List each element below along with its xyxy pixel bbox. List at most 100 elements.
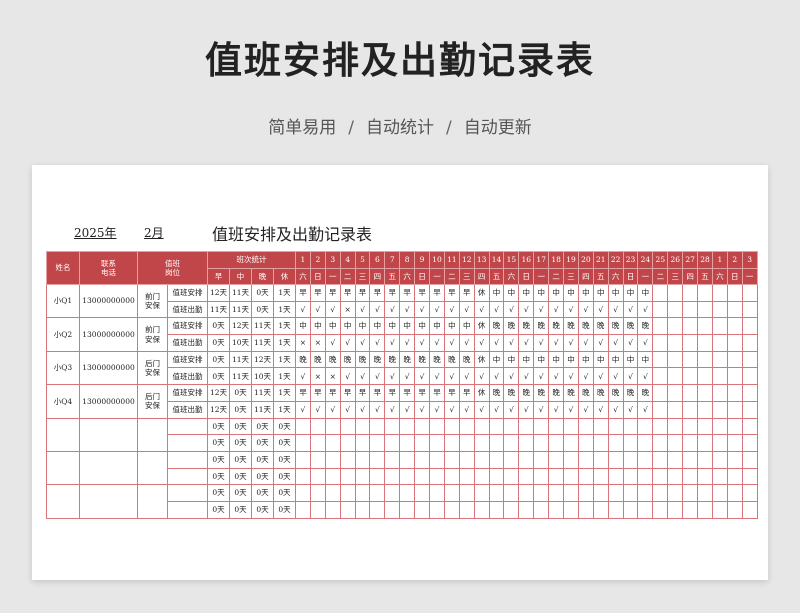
day-cell[interactable] — [443, 500, 460, 519]
day-cell[interactable] — [443, 484, 460, 502]
day-cell[interactable] — [637, 417, 654, 436]
day-cell[interactable]: 晚 — [488, 384, 505, 402]
day-cell[interactable] — [384, 500, 401, 519]
day-cell[interactable]: 早 — [369, 384, 386, 402]
day-cell[interactable] — [518, 450, 535, 469]
day-cell[interactable] — [726, 434, 743, 452]
day-cell[interactable] — [741, 417, 758, 436]
day-cell[interactable] — [726, 384, 743, 402]
day-cell[interactable] — [503, 417, 520, 436]
day-cell[interactable]: √ — [622, 334, 639, 352]
day-cell[interactable] — [711, 500, 728, 519]
day-cell[interactable] — [622, 500, 639, 519]
day-cell[interactable] — [592, 434, 609, 452]
day-cell[interactable] — [577, 450, 594, 469]
day-cell[interactable] — [682, 434, 699, 452]
day-cell[interactable] — [563, 467, 579, 486]
day-cell[interactable] — [726, 467, 743, 486]
day-cell[interactable] — [503, 450, 520, 469]
day-cell[interactable] — [324, 467, 341, 486]
day-cell[interactable] — [622, 434, 639, 452]
day-cell[interactable] — [741, 484, 758, 502]
day-cell[interactable]: × — [339, 300, 356, 319]
day-cell[interactable] — [443, 450, 460, 469]
day-cell[interactable] — [503, 434, 520, 452]
day-cell[interactable]: 晚 — [607, 317, 624, 336]
day-cell[interactable]: √ — [309, 300, 326, 319]
day-cell[interactable] — [726, 317, 743, 336]
day-cell[interactable]: 中 — [577, 350, 594, 369]
day-cell[interactable] — [458, 417, 475, 436]
day-cell[interactable] — [518, 467, 535, 486]
day-cell[interactable]: √ — [518, 400, 535, 419]
day-cell[interactable]: 中 — [384, 317, 401, 336]
day-cell[interactable]: √ — [488, 300, 505, 319]
day-cell[interactable] — [697, 467, 713, 486]
day-cell[interactable]: √ — [384, 300, 401, 319]
day-cell[interactable] — [741, 500, 758, 519]
day-cell[interactable]: √ — [429, 300, 445, 319]
day-cell[interactable]: 晚 — [622, 317, 639, 336]
day-cell[interactable] — [741, 284, 758, 302]
day-cell[interactable] — [384, 484, 401, 502]
day-cell[interactable]: 晚 — [295, 350, 311, 369]
person-post[interactable] — [137, 450, 168, 486]
day-cell[interactable] — [369, 467, 386, 486]
day-cell[interactable] — [682, 300, 699, 319]
day-cell[interactable] — [726, 350, 743, 369]
day-cell[interactable] — [682, 367, 699, 386]
day-cell[interactable]: 晚 — [518, 317, 535, 336]
day-cell[interactable] — [518, 434, 535, 452]
day-cell[interactable]: √ — [399, 300, 416, 319]
day-cell[interactable] — [652, 284, 669, 302]
day-cell[interactable]: 早 — [309, 384, 326, 402]
day-cell[interactable] — [399, 467, 416, 486]
day-cell[interactable] — [518, 500, 535, 519]
day-cell[interactable]: 早 — [309, 284, 326, 302]
day-cell[interactable]: √ — [563, 367, 579, 386]
day-cell[interactable]: √ — [577, 367, 594, 386]
day-cell[interactable] — [414, 450, 431, 469]
year-field[interactable]: 2025年 — [74, 224, 117, 241]
day-cell[interactable] — [548, 500, 565, 519]
day-cell[interactable]: 早 — [354, 384, 371, 402]
month-field[interactable]: 2月 — [144, 224, 164, 241]
day-cell[interactable]: √ — [295, 400, 311, 419]
day-cell[interactable] — [667, 450, 684, 469]
day-cell[interactable]: 晚 — [548, 317, 565, 336]
day-cell[interactable]: 晚 — [309, 350, 326, 369]
day-cell[interactable]: √ — [637, 367, 654, 386]
day-cell[interactable] — [741, 400, 758, 419]
day-cell[interactable] — [533, 434, 550, 452]
day-cell[interactable] — [488, 484, 505, 502]
day-cell[interactable]: √ — [622, 300, 639, 319]
day-cell[interactable] — [741, 300, 758, 319]
day-cell[interactable] — [473, 484, 490, 502]
day-cell[interactable] — [369, 484, 386, 502]
day-cell[interactable]: √ — [324, 300, 341, 319]
day-cell[interactable] — [697, 434, 713, 452]
day-cell[interactable] — [667, 484, 684, 502]
day-cell[interactable]: √ — [369, 334, 386, 352]
day-cell[interactable] — [369, 417, 386, 436]
day-cell[interactable] — [622, 467, 639, 486]
day-cell[interactable] — [518, 417, 535, 436]
day-cell[interactable] — [637, 450, 654, 469]
day-cell[interactable]: × — [309, 334, 326, 352]
day-cell[interactable] — [682, 467, 699, 486]
day-cell[interactable]: √ — [399, 367, 416, 386]
day-cell[interactable]: √ — [429, 400, 445, 419]
day-cell[interactable] — [324, 417, 341, 436]
day-cell[interactable] — [384, 467, 401, 486]
day-cell[interactable] — [726, 484, 743, 502]
day-cell[interactable]: 中 — [518, 350, 535, 369]
day-cell[interactable]: √ — [488, 400, 505, 419]
day-cell[interactable]: √ — [592, 367, 609, 386]
day-cell[interactable] — [607, 417, 624, 436]
day-cell[interactable] — [607, 500, 624, 519]
day-cell[interactable]: 中 — [443, 317, 460, 336]
day-cell[interactable] — [309, 500, 326, 519]
day-cell[interactable] — [488, 467, 505, 486]
day-cell[interactable]: √ — [503, 300, 520, 319]
day-cell[interactable] — [339, 450, 356, 469]
